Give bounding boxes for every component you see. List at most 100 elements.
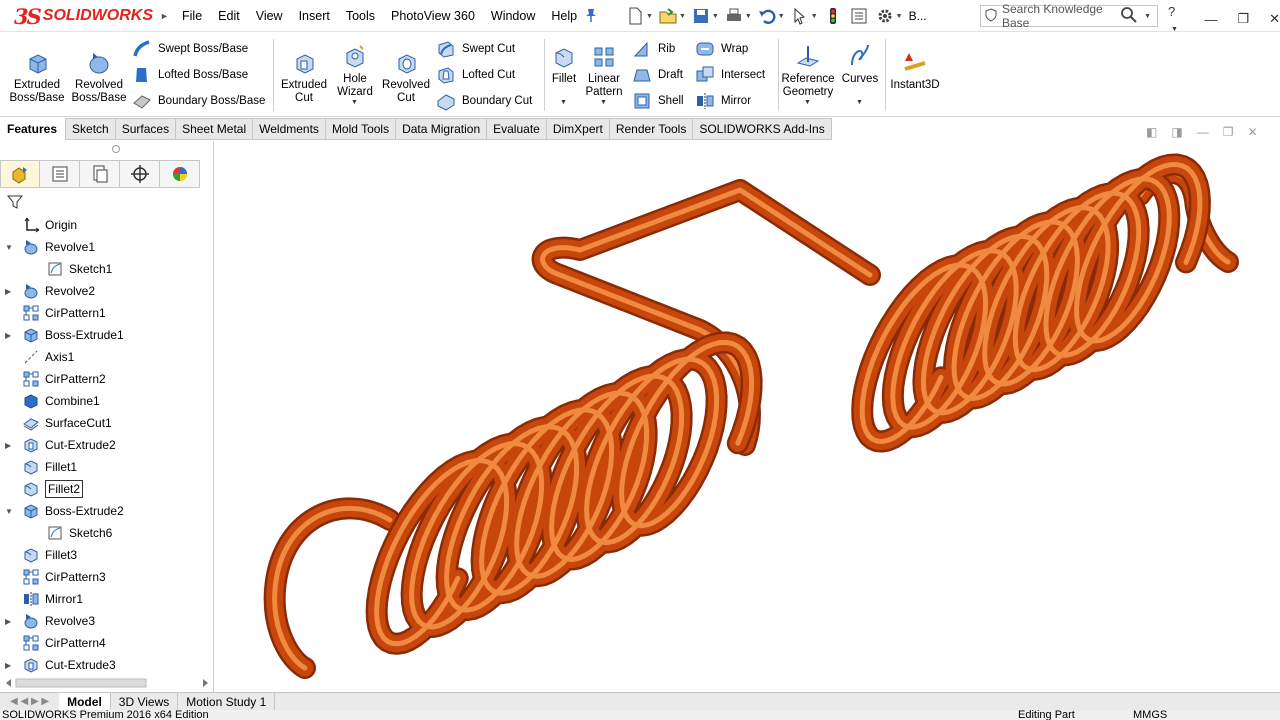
boundary-cut-button[interactable]: Boundary Cut xyxy=(436,91,532,111)
tab-dimxpert[interactable]: DimXpert xyxy=(546,118,610,140)
linear-pattern-dropdown-icon[interactable]: ▼ xyxy=(600,99,607,106)
undo-icon[interactable] xyxy=(758,7,776,25)
tree-node-fillet3[interactable]: Fillet3 xyxy=(0,544,214,566)
tree-node-cut-extrude3[interactable]: ▶ Cut-Extrude3 xyxy=(0,654,214,676)
tree-node-fillet2[interactable]: Fillet2 xyxy=(0,478,214,500)
tree-node-sketch1[interactable]: Sketch1 xyxy=(0,258,214,280)
fillet-button[interactable]: Fillet xyxy=(547,43,581,86)
spring-model[interactable] xyxy=(263,153,1239,679)
close-icon[interactable]: ✕ xyxy=(1269,11,1280,27)
tree-node-cirpattern1[interactable]: CirPattern1 xyxy=(0,302,214,324)
tree-node-mirror1[interactable]: Mirror1 xyxy=(0,588,214,610)
previous-view-icon[interactable]: ◧ xyxy=(1146,125,1157,139)
tree-node-revolve1[interactable]: ▼ Revolve1 xyxy=(0,236,214,258)
extruded-boss-button[interactable]: Extruded Boss/Base xyxy=(6,49,68,105)
open-document-icon[interactable] xyxy=(659,7,677,25)
save-dropdown-icon[interactable]: ▼ xyxy=(712,13,719,20)
solidworks-logo[interactable]: 3S SOLIDWORKS ► xyxy=(14,2,169,30)
menu-file[interactable]: File xyxy=(174,9,210,23)
fillet-dropdown-icon[interactable]: ▼ xyxy=(560,99,567,106)
options-dropdown-icon[interactable]: ▼ xyxy=(896,13,903,20)
tab-sketch[interactable]: Sketch xyxy=(65,118,116,140)
tree-node-sketch6[interactable]: Sketch6 xyxy=(0,522,214,544)
intersect-button[interactable]: Intersect xyxy=(695,65,765,85)
rib-button[interactable]: Rib xyxy=(632,39,675,59)
pin-menu-icon[interactable] xyxy=(584,8,598,22)
graphics-restore-icon[interactable]: ❐ xyxy=(1223,125,1234,139)
tab-evaluate[interactable]: Evaluate xyxy=(487,118,547,140)
mirror-button[interactable]: Mirror xyxy=(695,91,751,111)
new-document-icon[interactable] xyxy=(626,7,644,25)
graphics-viewport[interactable] xyxy=(215,141,1280,693)
menu-tools[interactable]: Tools xyxy=(338,9,383,23)
quick-access-overflow[interactable]: B... xyxy=(909,9,927,23)
open-dropdown-icon[interactable]: ▼ xyxy=(679,13,686,20)
options-gear-icon[interactable] xyxy=(876,7,894,25)
search-knowledge-base[interactable]: Search Knowledge Base ▼ xyxy=(980,2,1158,30)
menu-view[interactable]: View xyxy=(248,9,291,23)
restore-icon[interactable]: ❐ xyxy=(1237,11,1249,27)
tab-surfaces[interactable]: Surfaces xyxy=(115,118,177,140)
tree-horizontal-scrollbar[interactable] xyxy=(4,677,210,689)
tab-solidworks-add-ins[interactable]: SOLIDWORKS Add-Ins xyxy=(693,118,832,140)
feature-manager-tab[interactable] xyxy=(0,160,40,188)
tab-weldments[interactable]: Weldments xyxy=(253,118,326,140)
filter-icon[interactable] xyxy=(6,193,24,211)
select-cursor-icon[interactable] xyxy=(791,7,809,25)
tab-sheet-metal[interactable]: Sheet Metal xyxy=(176,118,254,140)
curves-dropdown-icon[interactable]: ▼ xyxy=(856,99,863,106)
tab-data-migration[interactable]: Data Migration xyxy=(396,118,488,140)
revolved-boss-button[interactable]: Revolved Boss/Base xyxy=(68,49,130,105)
tree-node-axis1[interactable]: Axis1 xyxy=(0,346,214,368)
draft-button[interactable]: Draft xyxy=(632,65,683,85)
menu-edit[interactable]: Edit xyxy=(210,9,248,23)
menu-insert[interactable]: Insert xyxy=(291,9,338,23)
tree-node-boss-extrude2[interactable]: ▼ Boss-Extrude2 xyxy=(0,500,214,522)
search-dropdown-icon[interactable]: ▼ xyxy=(1144,13,1151,20)
select-dropdown-icon[interactable]: ▼ xyxy=(811,13,818,20)
collapse-arrow-icon[interactable]: ▼ xyxy=(5,243,15,252)
tree-node-boss-extrude1[interactable]: ▶ Boss-Extrude1 xyxy=(0,324,214,346)
expand-arrow-icon[interactable]: ▶ xyxy=(5,661,15,670)
dimxpert-manager-tab[interactable] xyxy=(120,160,160,188)
minimize-icon[interactable]: — xyxy=(1204,12,1217,27)
tree-node-surfacecut1[interactable]: SurfaceCut1 xyxy=(0,412,214,434)
help-icon[interactable]: ?▼ xyxy=(1168,4,1184,34)
linear-pattern-button[interactable]: Linear Pattern xyxy=(582,43,626,99)
print-dropdown-icon[interactable]: ▼ xyxy=(745,13,752,20)
tab-model[interactable]: Model xyxy=(59,692,111,711)
expand-arrow-icon[interactable]: ▶ xyxy=(5,617,15,626)
extruded-cut-button[interactable]: Extruded Cut xyxy=(277,49,331,105)
wrap-button[interactable]: Wrap xyxy=(695,39,748,59)
search-input[interactable]: Search Knowledge Base xyxy=(1002,2,1116,30)
tree-node-cut-extrude2[interactable]: ▶ Cut-Extrude2 xyxy=(0,434,214,456)
tree-node-revolve2[interactable]: ▶ Revolve2 xyxy=(0,280,214,302)
tab-features[interactable]: Features xyxy=(0,118,66,140)
graphics-minimize-icon[interactable]: — xyxy=(1197,125,1209,139)
tree-node-cirpattern4[interactable]: CirPattern4 xyxy=(0,632,214,654)
tree-node-cirpattern2[interactable]: CirPattern2 xyxy=(0,368,214,390)
save-icon[interactable] xyxy=(692,7,710,25)
revolved-cut-button[interactable]: Revolved Cut xyxy=(378,49,434,105)
swept-boss-button[interactable]: Swept Boss/Base xyxy=(132,39,248,59)
lofted-boss-button[interactable]: Lofted Boss/Base xyxy=(132,65,248,85)
expand-arrow-icon[interactable]: ▶ xyxy=(5,441,15,450)
boundary-boss-button[interactable]: Boundary Boss/Base xyxy=(132,91,265,111)
expand-arrow-icon[interactable]: ▶ xyxy=(5,287,15,296)
tab-render-tools[interactable]: Render Tools xyxy=(609,118,694,140)
tree-node-combine1[interactable]: Combine1 xyxy=(0,390,214,412)
status-units[interactable]: MMGS xyxy=(1133,710,1167,720)
print-icon[interactable] xyxy=(725,7,743,25)
undo-dropdown-icon[interactable]: ▼ xyxy=(778,13,785,20)
tab-mold-tools[interactable]: Mold Tools xyxy=(325,118,397,140)
tree-node-revolve3[interactable]: ▶ Revolve3 xyxy=(0,610,214,632)
reference-geometry-dropdown-icon[interactable]: ▼ xyxy=(804,99,811,106)
tree-node-fillet1[interactable]: Fillet1 xyxy=(0,456,214,478)
next-view-icon[interactable]: ◨ xyxy=(1171,125,1182,139)
file-properties-icon[interactable] xyxy=(850,7,868,25)
hole-wizard-button[interactable]: Hole Wizard xyxy=(332,43,378,99)
lofted-cut-button[interactable]: Lofted Cut xyxy=(436,65,515,85)
collapse-arrow-icon[interactable]: ▼ xyxy=(5,507,15,516)
menu-window[interactable]: Window xyxy=(483,9,543,23)
shell-button[interactable]: Shell xyxy=(632,91,684,111)
